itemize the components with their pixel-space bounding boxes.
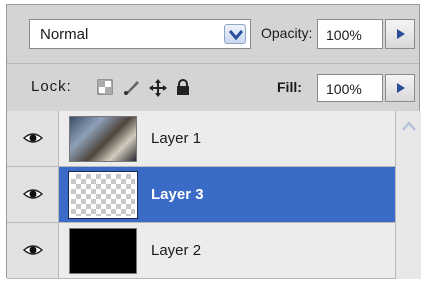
lock-transparent-pixels-icon[interactable]	[97, 79, 113, 95]
opacity-value: 100%	[326, 27, 362, 43]
eye-icon	[23, 133, 43, 143]
chevron-down-icon[interactable]	[224, 24, 246, 44]
lock-position-icon[interactable]	[149, 79, 167, 97]
blend-mode-dropdown[interactable]: Normal	[29, 19, 251, 49]
opacity-slider-button[interactable]	[385, 19, 415, 49]
layer-name[interactable]: Layer 3	[151, 186, 204, 203]
layer-name[interactable]: Layer 2	[151, 242, 201, 259]
lock-label: Lock:	[31, 78, 72, 95]
lock-fill-row: Lock: Fill: 100%	[7, 63, 419, 109]
layer-thumbnail	[69, 116, 137, 162]
visibility-toggle[interactable]	[7, 167, 59, 222]
layers-scrollbar[interactable]	[395, 111, 421, 279]
fill-label: Fill:	[277, 79, 302, 95]
visibility-toggle[interactable]	[7, 223, 59, 278]
layers-list: Layer 1 Layer 3 Layer 2	[7, 111, 395, 279]
layer-thumbnail	[69, 228, 137, 274]
fill-slider-button[interactable]	[385, 74, 415, 102]
triangle-right-icon	[397, 29, 405, 39]
lock-image-pixels-icon[interactable]	[123, 79, 139, 95]
layer-row[interactable]: Layer 1	[7, 111, 395, 167]
scroll-up-icon[interactable]	[402, 121, 416, 131]
layer-name[interactable]: Layer 1	[151, 130, 201, 147]
visibility-toggle[interactable]	[7, 111, 59, 166]
layer-thumbnail	[68, 171, 138, 219]
layer-row-selected[interactable]: Layer 3	[7, 167, 395, 223]
eye-icon	[23, 245, 43, 255]
fill-value: 100%	[326, 81, 362, 97]
layer-row[interactable]: Layer 2	[7, 223, 395, 279]
fill-input[interactable]: 100%	[317, 74, 383, 102]
opacity-label: Opacity:	[261, 25, 313, 41]
blend-opacity-row: Normal Opacity: 100%	[7, 5, 419, 61]
opacity-input[interactable]: 100%	[317, 19, 383, 49]
blend-mode-value: Normal	[40, 26, 89, 43]
triangle-right-icon	[397, 83, 405, 93]
eye-icon	[23, 189, 43, 199]
lock-all-icon[interactable]	[175, 79, 191, 95]
layers-panel: Normal Opacity: 100% Lock: Fill: 100% La…	[6, 4, 421, 279]
